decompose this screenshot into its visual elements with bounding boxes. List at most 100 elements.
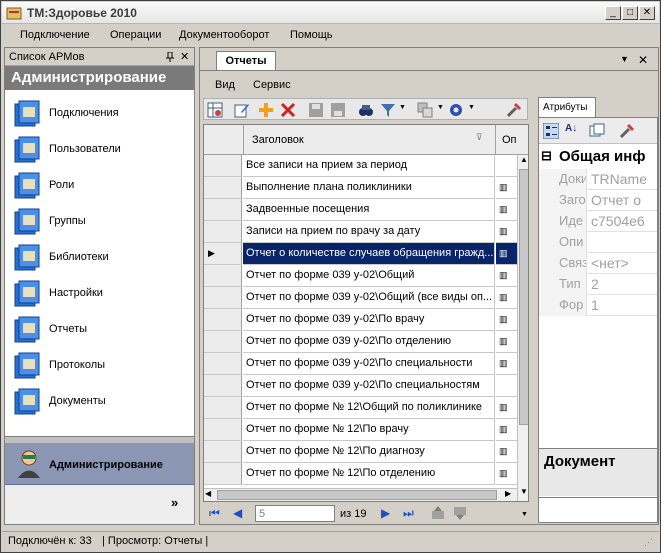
navigator-options-icon[interactable]: ▼ xyxy=(521,511,528,518)
cell-title[interactable]: Все записи на прием за период xyxy=(243,155,495,177)
grid-vertical-scrollbar[interactable]: ▲ ▼ xyxy=(517,155,528,501)
row-selector[interactable] xyxy=(204,419,242,441)
close-window-button[interactable]: ✕ xyxy=(639,6,655,20)
cell-doc-icon[interactable]: ▥ xyxy=(496,419,517,441)
table-row[interactable]: Отчет по форме № 12\По диагнозу ▥ xyxy=(204,441,517,463)
cell-title[interactable]: Отчет по форме № 12\По врачу xyxy=(243,419,495,441)
property-value[interactable]: TRName xyxy=(588,169,657,190)
cell-title[interactable]: Отчет по форме № 12\По отделению xyxy=(243,463,495,485)
arm-item-protocols[interactable]: Протоколы xyxy=(13,348,188,382)
menu-operations[interactable]: Операции xyxy=(110,29,161,41)
cell-doc-icon[interactable]: ▥ xyxy=(496,199,517,221)
row-selector[interactable] xyxy=(204,441,242,463)
property-row[interactable]: Связ <нет> xyxy=(539,253,657,274)
row-selector[interactable] xyxy=(204,265,242,287)
tools-icon[interactable] xyxy=(619,123,635,139)
tab-dropdown-icon[interactable]: ▼ xyxy=(620,54,629,64)
menu-view[interactable]: Вид xyxy=(215,79,235,91)
cell-doc-icon[interactable]: ▥ xyxy=(496,331,517,353)
cell-doc-icon[interactable]: ▥ xyxy=(496,309,517,331)
property-value[interactable]: 1 xyxy=(588,295,657,316)
close-panel-icon[interactable]: ✕ xyxy=(180,50,189,63)
row-selector[interactable] xyxy=(204,199,242,221)
scroll-right-icon[interactable]: ▶ xyxy=(505,489,511,498)
cell-title[interactable]: Отчет по форме 039 у-02\Общий xyxy=(243,265,495,287)
row-selector[interactable] xyxy=(204,155,242,177)
find-icon[interactable] xyxy=(358,102,374,118)
collapse-icon[interactable]: ⊟ xyxy=(541,148,552,164)
table-row[interactable]: Отчет по форме 039 у-02\По специальности… xyxy=(204,353,517,375)
group-icon[interactable] xyxy=(417,102,433,118)
table-row[interactable]: ▶ Отчет о количестве случаев обращения гр… xyxy=(204,243,517,265)
table-row[interactable]: Отчет по форме 039 у-02\По отделению ▥ xyxy=(204,331,517,353)
scroll-down-icon[interactable]: ▼ xyxy=(520,487,528,496)
cell-title[interactable]: Записи на прием по врачу за дату xyxy=(243,221,495,243)
alphabetical-icon[interactable]: A↓ xyxy=(565,123,577,134)
filter-dropdown-icon[interactable]: ▼ xyxy=(399,104,406,111)
cell-doc-icon[interactable]: ▥ xyxy=(496,397,517,419)
property-row[interactable]: Тип 2 xyxy=(539,274,657,295)
expand-chevron-icon[interactable]: » xyxy=(171,495,178,510)
group-dropdown-icon[interactable]: ▼ xyxy=(437,104,444,111)
row-selector[interactable] xyxy=(204,463,242,485)
prev-record-icon[interactable]: ◀ xyxy=(233,506,242,520)
first-record-icon[interactable]: ⏮ xyxy=(209,506,220,521)
property-value[interactable]: <нет> xyxy=(588,253,657,274)
maximize-button[interactable]: □ xyxy=(622,6,638,20)
cell-title[interactable]: Отчет о количестве случаев обращения гра… xyxy=(243,243,495,265)
hscroll-thumb[interactable] xyxy=(217,490,497,500)
grid-horizontal-scrollbar[interactable]: ◀ ▶ xyxy=(204,488,517,501)
property-row[interactable]: Доки TRName xyxy=(539,169,657,190)
row-selector[interactable] xyxy=(204,287,242,309)
tools-icon[interactable] xyxy=(506,102,522,118)
arm-item-libraries[interactable]: Библиотеки xyxy=(13,240,188,274)
cell-title[interactable]: Отчет по форме № 12\По диагнозу xyxy=(243,441,495,463)
cell-title[interactable]: Отчет по форме 039 у-02\По специальностя… xyxy=(243,375,495,397)
table-row[interactable]: Отчет по форме 039 у-02\По специальностя… xyxy=(204,375,517,397)
arm-item-roles[interactable]: Роли xyxy=(13,168,188,202)
cell-title[interactable]: Отчет по форме № 12\Общий по поликлинике xyxy=(243,397,495,419)
property-pages-icon[interactable] xyxy=(589,123,605,139)
cell-doc-icon[interactable]: ▥ xyxy=(496,463,517,485)
row-selector[interactable] xyxy=(204,331,242,353)
menu-docflow[interactable]: Документооборот xyxy=(179,29,269,41)
row-selector[interactable] xyxy=(204,375,242,397)
row-selector[interactable] xyxy=(204,221,242,243)
row-selector[interactable] xyxy=(204,397,242,419)
pin-icon[interactable] xyxy=(165,52,175,62)
tab-reports[interactable]: Отчеты xyxy=(216,51,276,71)
cell-title[interactable]: Отчет по форме 039 у-02\По отделению xyxy=(243,331,495,353)
close-tab-icon[interactable]: ✕ xyxy=(638,53,648,67)
table-row[interactable]: Выполнение плана поликлиники ▥ xyxy=(204,177,517,199)
table-row[interactable]: Отчет по форме № 12\По отделению ▥ xyxy=(204,463,517,485)
delete-icon[interactable] xyxy=(280,102,296,118)
tab-attributes[interactable]: Атрибуты xyxy=(538,97,596,117)
property-row[interactable]: Иде c7504e6 xyxy=(539,211,657,232)
table-row[interactable]: Отчет по форме 039 у-02\По врачу ▥ xyxy=(204,309,517,331)
cell-title[interactable]: Отчет по форме 039 у-02\По специальности xyxy=(243,353,495,375)
cell-title[interactable]: Задвоенные посещения xyxy=(243,199,495,221)
cell-doc-icon[interactable]: ▥ xyxy=(496,265,517,287)
sort-icon[interactable]: ⊽ xyxy=(476,132,483,143)
property-row[interactable]: Фор 1 xyxy=(539,295,657,316)
arm-admin-button[interactable]: Администрирование xyxy=(5,443,194,485)
save-icon[interactable] xyxy=(308,102,324,118)
upload-icon[interactable] xyxy=(431,506,445,520)
property-value[interactable]: c7504e6 xyxy=(588,211,657,232)
arm-item-reports[interactable]: Отчеты xyxy=(13,312,188,346)
cell-doc-icon[interactable] xyxy=(496,155,517,177)
property-value[interactable] xyxy=(588,232,657,253)
resize-grip-icon[interactable]: ⋰ xyxy=(644,537,653,548)
arm-item-connections[interactable]: Подключения xyxy=(13,96,188,130)
property-value[interactable]: 2 xyxy=(588,274,657,295)
menu-connect[interactable]: Подключение xyxy=(20,29,90,41)
arm-item-documents[interactable]: Документы xyxy=(13,384,188,418)
arm-item-groups[interactable]: Группы xyxy=(13,204,188,238)
scroll-up-icon[interactable]: ▲ xyxy=(520,155,528,164)
arm-item-users[interactable]: Пользователи xyxy=(13,132,188,166)
cell-doc-icon[interactable]: ▥ xyxy=(496,177,517,199)
minimize-button[interactable]: _ xyxy=(605,6,621,20)
row-selector[interactable] xyxy=(204,353,242,375)
table-row[interactable]: Отчет по форме 039 у-02\Общий (все виды … xyxy=(204,287,517,309)
property-value[interactable]: Отчет о xyxy=(588,190,657,211)
